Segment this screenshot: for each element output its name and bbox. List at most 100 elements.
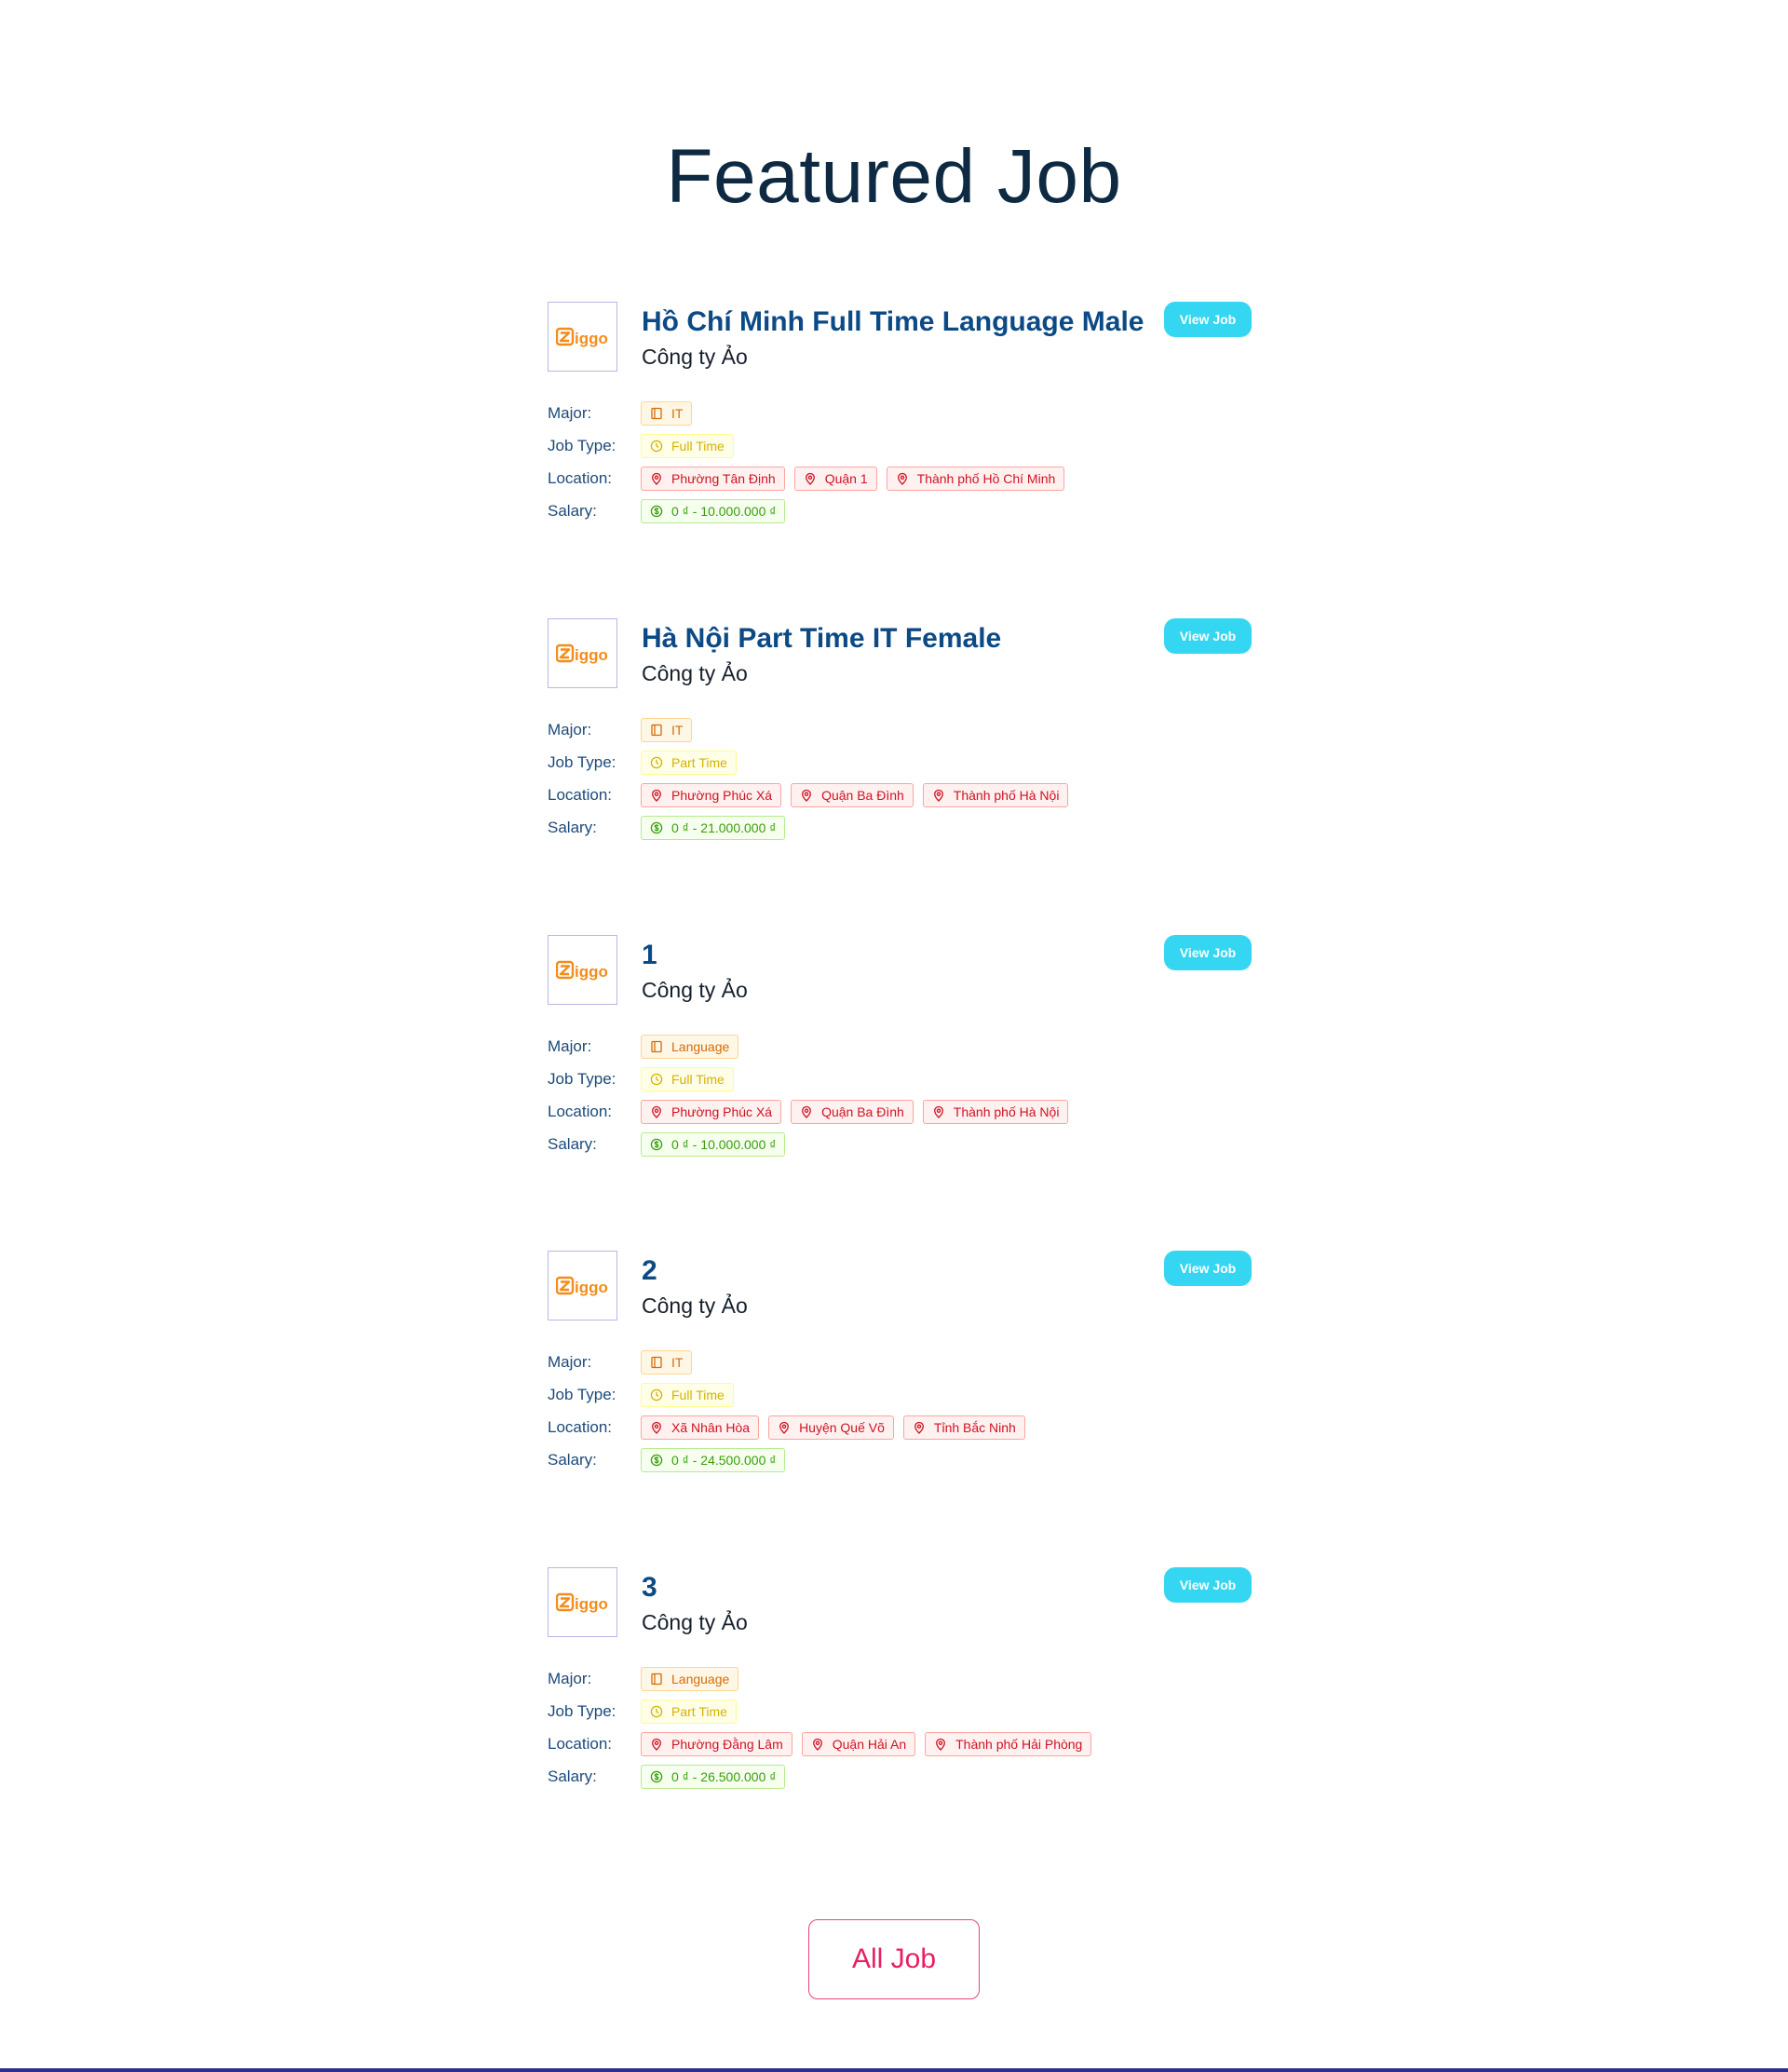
company-logo[interactable]: iggo	[548, 618, 617, 688]
map-pin-icon	[933, 789, 943, 802]
job-card: iggo Hồ Chí Minh Full Time Language Male…	[548, 302, 1252, 544]
salary-value: 0 ₫ - 24.500.000 ₫	[671, 1453, 777, 1468]
map-pin-icon	[812, 1738, 822, 1751]
location-value: Thành phố Hải Phòng	[955, 1737, 1083, 1752]
location-row: Location: Phường Phúc Xá Quận Ba Đình Th…	[548, 1099, 1069, 1125]
dollar-icon	[650, 1454, 663, 1467]
location-value: Tỉnh Bắc Ninh	[933, 1420, 1016, 1435]
map-pin-icon	[652, 1105, 661, 1118]
salary-tag: 0 ₫ - 10.000.000 ₫	[641, 499, 786, 523]
job-type-label: Job Type:	[548, 1386, 616, 1403]
location-tag: Phường Đằng Lâm	[641, 1732, 792, 1756]
company-name: Công ty Ảo	[642, 1610, 748, 1634]
job-title[interactable]: 3	[642, 1569, 657, 1606]
ziggo-logo: iggo	[555, 960, 608, 981]
company-name: Công ty Ảo	[642, 1293, 748, 1318]
map-pin-icon	[936, 1738, 946, 1751]
location-row: Location: Xã Nhân Hòa Huyện Quế Võ Tỉnh …	[548, 1415, 1025, 1441]
major-row: Major: IT	[548, 717, 693, 743]
location-value: Phường Phúc Xá	[671, 788, 773, 803]
job-card: iggo 2 Công ty Ảo View Job Major: IT Job…	[548, 1251, 1252, 1493]
location-row: Location: Phường Phúc Xá Quận Ba Đình Th…	[548, 782, 1069, 808]
major-label: Major:	[548, 1670, 592, 1687]
job-title[interactable]: Hà Nội Part Time IT Female	[642, 620, 1001, 657]
location-value: Quận Ba Đình	[821, 1104, 904, 1119]
map-pin-icon	[802, 1105, 812, 1118]
svg-text:iggo: iggo	[575, 646, 608, 664]
company-logo[interactable]: iggo	[548, 935, 617, 1005]
clock-icon	[650, 1073, 663, 1086]
view-job-button[interactable]: View Job	[1164, 1567, 1252, 1603]
location-tag: Quận Hải An	[801, 1732, 916, 1756]
clock-icon	[650, 440, 663, 453]
company-name: Công ty Ảo	[642, 661, 748, 685]
view-job-button[interactable]: View Job	[1164, 302, 1252, 337]
salary-tag: 0 ₫ - 26.500.000 ₫	[641, 1765, 786, 1789]
location-label: Location:	[548, 1103, 612, 1120]
company-logo[interactable]: iggo	[548, 1567, 617, 1637]
job-type-row: Job Type: Full Time	[548, 433, 734, 459]
location-tag: Phường Phúc Xá	[641, 1100, 782, 1124]
svg-text:iggo: iggo	[575, 963, 608, 981]
location-tag: Thành phố Hà Nội	[922, 783, 1069, 807]
job-title[interactable]: 1	[642, 937, 657, 974]
job-type-value: Full Time	[671, 1072, 725, 1087]
svg-text:iggo: iggo	[575, 1595, 608, 1613]
view-job-button[interactable]: View Job	[1164, 618, 1252, 654]
dollar-icon	[650, 1138, 663, 1151]
location-value: Thành phố Hà Nội	[953, 1104, 1060, 1119]
job-type-row: Job Type: Part Time	[548, 1699, 737, 1725]
job-type-value: Part Time	[671, 1704, 727, 1719]
salary-tag: 0 ₫ - 10.000.000 ₫	[641, 1132, 786, 1157]
view-job-button[interactable]: View Job	[1164, 1251, 1252, 1286]
map-pin-icon	[802, 789, 812, 802]
company-name: Công ty Ảo	[642, 978, 748, 1002]
view-job-button[interactable]: View Job	[1164, 935, 1252, 970]
major-value: IT	[671, 1355, 684, 1370]
company-logo[interactable]: iggo	[548, 302, 617, 372]
location-label: Location:	[548, 786, 612, 804]
dollar-icon	[650, 1770, 663, 1783]
major-row: Major: IT	[548, 1349, 693, 1375]
salary-label: Salary:	[548, 1451, 597, 1469]
location-value: Phường Phúc Xá	[671, 1104, 773, 1119]
job-title[interactable]: 2	[642, 1253, 657, 1290]
book-icon	[651, 724, 662, 737]
job-type-value: Full Time	[671, 439, 725, 454]
book-icon	[651, 1040, 662, 1053]
salary-tag: 0 ₫ - 24.500.000 ₫	[641, 1448, 786, 1472]
job-title[interactable]: Hồ Chí Minh Full Time Language Male	[642, 304, 1144, 341]
location-tag: Huyện Quế Võ	[768, 1415, 894, 1440]
salary-row: Salary: 0 ₫ - 26.500.000 ₫	[548, 1764, 786, 1790]
map-pin-icon	[933, 1105, 943, 1118]
svg-text:iggo: iggo	[575, 1279, 608, 1296]
company-logo[interactable]: iggo	[548, 1251, 617, 1320]
ziggo-logo: iggo	[555, 643, 608, 664]
major-label: Major:	[548, 721, 592, 738]
location-value: Quận Ba Đình	[821, 788, 904, 803]
major-value: Language	[671, 1039, 730, 1054]
job-type-tag: Full Time	[641, 1383, 734, 1407]
all-job-button[interactable]: All Job	[808, 1919, 980, 1999]
location-label: Location:	[548, 1418, 612, 1436]
job-type-label: Job Type:	[548, 437, 616, 454]
location-value: Thành phố Hồ Chí Minh	[916, 471, 1056, 486]
ziggo-logo: iggo	[555, 1276, 608, 1296]
salary-row: Salary: 0 ₫ - 21.000.000 ₫	[548, 815, 786, 841]
job-type-row: Job Type: Full Time	[548, 1382, 734, 1408]
job-type-label: Job Type:	[548, 753, 616, 771]
location-tag: Quận Ba Đình	[791, 1100, 914, 1124]
salary-label: Salary:	[548, 502, 597, 520]
clock-icon	[650, 756, 663, 769]
location-value: Quận 1	[824, 471, 868, 486]
location-value: Huyện Quế Võ	[799, 1420, 885, 1435]
location-value: Quận Hải An	[832, 1737, 907, 1752]
major-label: Major:	[548, 404, 592, 422]
job-type-row: Job Type: Full Time	[548, 1066, 734, 1092]
salary-value: 0 ₫ - 10.000.000 ₫	[671, 1137, 777, 1152]
major-value: IT	[671, 406, 684, 421]
location-tag: Thành phố Hà Nội	[922, 1100, 1069, 1124]
location-value: Phường Đằng Lâm	[671, 1737, 783, 1752]
salary-row: Salary: 0 ₫ - 10.000.000 ₫	[548, 1131, 786, 1158]
map-pin-icon	[779, 1421, 790, 1434]
